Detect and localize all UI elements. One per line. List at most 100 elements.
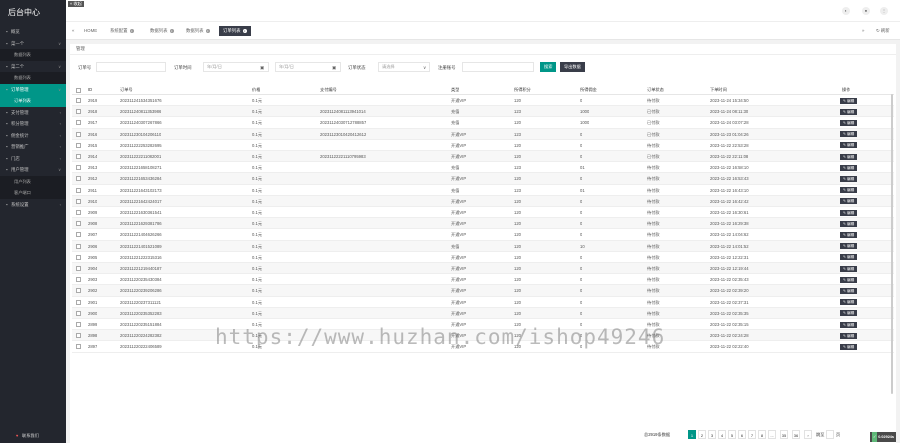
row-checkbox[interactable] [76,131,81,137]
row-checkbox[interactable] [76,165,81,171]
edit-button[interactable]: ✎ 编辑 [840,343,858,350]
row-checkbox[interactable] [76,288,81,294]
page-button[interactable]: 2 [698,430,706,439]
close-icon[interactable]: × [242,29,247,33]
edit-button[interactable]: ✎ 编辑 [840,287,858,294]
page-button[interactable]: 3 [708,430,716,439]
refresh-button[interactable]: ↻ 刷新 [872,26,894,36]
row-checkbox[interactable] [76,232,81,238]
row-checkbox[interactable] [76,154,81,159]
sidebar-item[interactable]: ▪ 概览 [0,26,66,38]
tab-order-list[interactable]: 订单列表 × [219,26,251,36]
collapse-button[interactable]: « 收起 [68,1,84,7]
tab-data-list-2[interactable]: 数据列表 × [182,26,214,36]
edit-button[interactable]: ✎ 编辑 [840,220,858,227]
row-checkbox[interactable] [76,198,81,204]
row-checkbox[interactable] [76,310,81,316]
sidebar-item[interactable]: ▪ 营销推广 ‹ [0,141,66,153]
edit-button[interactable]: ✎ 编辑 [840,142,858,149]
calendar-icon[interactable]: ▣ [332,65,336,71]
row-checkbox[interactable] [76,210,81,215]
edit-button[interactable]: ✎ 编辑 [840,254,858,261]
page-button[interactable]: 5 [728,430,736,439]
row-checkbox[interactable] [76,344,81,350]
page-button[interactable]: 7 [748,430,756,439]
edit-button[interactable]: ✎ 编辑 [840,265,858,272]
sidebar-item[interactable]: ▪ 菜二个 ∨ [0,61,66,73]
close-icon[interactable]: × [129,29,134,33]
row-checkbox[interactable] [76,176,81,182]
edit-button[interactable]: ✎ 编辑 [840,310,858,317]
edit-button[interactable]: ✎ 编辑 [840,209,858,216]
row-checkbox[interactable] [76,299,81,305]
edit-button[interactable]: ✎ 编辑 [840,153,858,160]
sidebar-item[interactable]: ▪ 用户管理 ∨ [0,164,66,176]
tab-next-icon[interactable]: » [858,26,868,36]
edit-button[interactable]: ✎ 编辑 [840,299,858,306]
edit-button[interactable]: ✎ 编辑 [840,187,858,194]
sidebar-item[interactable]: ▪ 菜一个 ∨ [0,38,66,50]
tab-system-config[interactable]: 系统配置 × [106,26,138,36]
edit-button[interactable]: ✎ 编辑 [840,119,858,126]
row-checkbox[interactable] [76,322,81,327]
export-button[interactable]: 导出数据 [560,62,585,72]
row-checkbox[interactable] [76,98,81,103]
cell-price: 0.1元 [252,221,263,227]
sidebar-item[interactable]: ▪ 订单管理 ∨ [0,83,66,95]
theme-icon[interactable]: ◐ [842,7,850,15]
search-button[interactable]: 搜索 [540,62,557,72]
sidebar-subitem[interactable]: 数据列表 [0,72,66,84]
user-icon[interactable]: ● [862,7,870,15]
row-checkbox[interactable] [76,120,81,126]
page-button[interactable]: 1 [688,430,696,439]
sidebar-item[interactable]: ▪ 支付管理 ‹ [0,107,66,119]
edit-button[interactable]: ✎ 编辑 [840,164,858,171]
page-button[interactable]: 6 [738,430,746,439]
edit-button[interactable]: ✎ 编辑 [840,175,858,182]
next-page-button[interactable]: › [804,430,812,439]
edit-button[interactable]: ✎ 编辑 [840,321,858,328]
sidebar-subitem[interactable]: 用户列表 [0,175,66,187]
row-checkbox[interactable] [76,277,81,283]
sidebar-subitem[interactable]: 数据列表 [0,49,66,61]
edit-button[interactable]: ✎ 编辑 [840,231,858,238]
sidebar-item[interactable]: ▪ 佣金统计 ‹ [0,130,66,142]
edit-button[interactable]: ✎ 编辑 [840,243,858,250]
row-checkbox[interactable] [76,221,81,227]
order-no-input[interactable] [96,62,166,72]
sidebar-footer[interactable]: ♥ 联系我们 [0,429,66,443]
page-button[interactable]: 36 [792,430,800,439]
tab-data-list-1[interactable]: 数据列表 × [146,26,178,36]
tab-prev-icon[interactable]: « [68,26,78,36]
edit-button[interactable]: ✎ 编辑 [840,108,858,115]
sidebar-item[interactable]: ▪ 门店 ‹ [0,153,66,165]
close-icon[interactable]: × [169,29,174,33]
row-checkbox[interactable] [76,333,81,339]
edit-button[interactable]: ✎ 编辑 [840,276,858,283]
edit-button[interactable]: ✎ 编辑 [840,97,858,104]
row-checkbox[interactable] [76,254,81,260]
calendar-icon[interactable]: ▣ [260,65,264,71]
close-icon[interactable]: × [205,29,210,33]
row-checkbox[interactable] [76,266,81,271]
scrollbar[interactable] [891,94,893,394]
page-button[interactable]: 4 [718,430,726,439]
page-button[interactable]: 8 [758,430,766,439]
row-checkbox[interactable] [76,109,81,115]
edit-button[interactable]: ✎ 编辑 [840,332,858,339]
row-checkbox[interactable] [76,142,81,148]
sidebar-item[interactable]: ▪ 系统设置 ‹ [0,199,66,211]
sidebar-subitem[interactable]: 订单列表 [0,95,66,107]
edit-button[interactable]: ✎ 编辑 [840,198,858,205]
menu-icon[interactable]: ⋮ [880,7,888,15]
goto-page-input[interactable] [826,430,834,439]
edit-button[interactable]: ✎ 编辑 [840,131,858,138]
select-all-checkbox[interactable] [76,88,81,93]
page-button[interactable]: 35 [780,430,788,439]
sidebar-subitem[interactable]: 客户端口 [0,187,66,199]
sidebar-item[interactable]: ▪ 积分管理 ‹ [0,118,66,130]
row-checkbox[interactable] [76,243,81,249]
row-checkbox[interactable] [76,187,81,193]
tab-home[interactable]: HOME [80,26,101,36]
mobile-input[interactable] [462,62,534,72]
